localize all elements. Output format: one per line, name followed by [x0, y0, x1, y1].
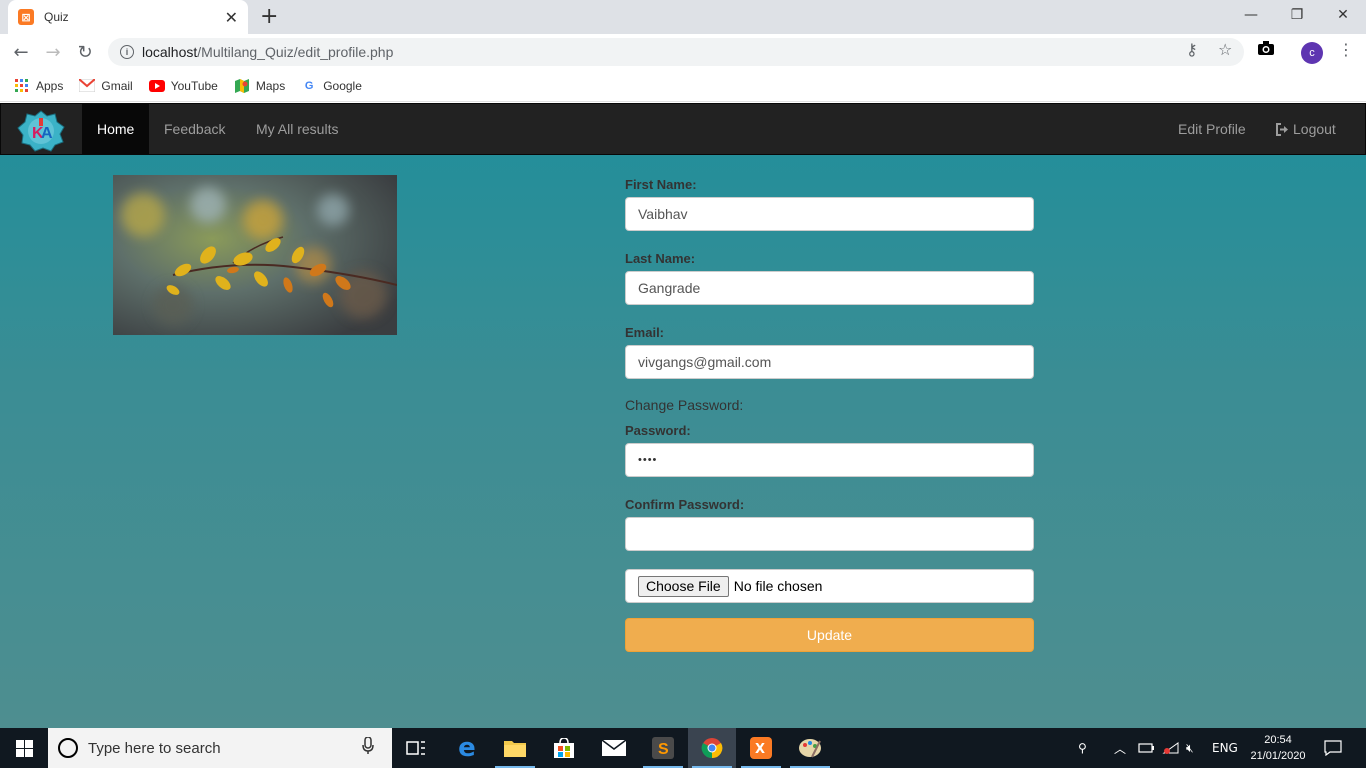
file-explorer-icon[interactable]	[491, 728, 539, 768]
volume-muted-icon[interactable]: 🔇︎	[1186, 728, 1194, 768]
bookmark-youtube[interactable]: YouTube	[148, 78, 218, 93]
password-label: Password:	[625, 423, 691, 438]
clock-time: 20:54	[1264, 734, 1292, 746]
notifications-icon[interactable]	[1324, 728, 1342, 768]
nav-feedback-link[interactable]: Feedback	[149, 104, 240, 154]
logout-label: Logout	[1293, 121, 1336, 137]
edge-browser-icon[interactable]: e	[443, 728, 491, 768]
key-icon[interactable]: ⚷	[1186, 40, 1198, 59]
apps-grid-icon	[14, 78, 30, 93]
new-tab-button[interactable]: +	[260, 4, 278, 30]
xampp-favicon-icon: ⊠	[18, 9, 34, 25]
bookmark-label: Apps	[36, 78, 64, 93]
menu-kebab-icon[interactable]: ⋮	[1338, 40, 1354, 59]
last-name-label: Last Name:	[625, 251, 696, 266]
url-path: /Multilang_Quiz/edit_profile.php	[197, 44, 394, 60]
site-logo-icon[interactable]: K A	[17, 110, 65, 152]
chrome-icon[interactable]	[688, 728, 736, 768]
minimize-button[interactable]: —	[1228, 0, 1274, 30]
close-window-button[interactable]: ✕	[1320, 0, 1366, 30]
microphone-icon[interactable]	[362, 736, 392, 759]
xampp-icon[interactable]: X	[737, 728, 785, 768]
back-button[interactable]: ←	[8, 40, 34, 64]
bookmark-label: Gmail	[101, 78, 133, 93]
update-button[interactable]: Update	[625, 618, 1034, 652]
nav-edit-profile-link[interactable]: Edit Profile	[1163, 104, 1261, 154]
svg-text:X: X	[755, 742, 765, 757]
nav-my-results-link[interactable]: My All results	[241, 104, 353, 154]
site-navbar: K A Home Feedback My All results Edit Pr…	[0, 103, 1366, 155]
bookmark-label: Maps	[255, 78, 286, 93]
mail-icon[interactable]	[590, 728, 638, 768]
edit-profile-form: First Name: Vaibhav Last Name: Gangrade …	[625, 175, 1034, 652]
network-disconnected-icon[interactable]	[1162, 728, 1180, 768]
battery-icon[interactable]	[1138, 728, 1156, 768]
forward-button[interactable]: →	[40, 40, 66, 64]
profile-avatar[interactable]: c	[1301, 42, 1323, 64]
bookmark-label: YouTube	[170, 78, 218, 93]
confirm-password-label: Confirm Password:	[625, 497, 745, 512]
browser-tab[interactable]: ⊠ Quiz ✕	[8, 0, 248, 34]
restore-button[interactable]: ❐	[1274, 0, 1320, 30]
windows-logo-icon	[15, 739, 33, 757]
file-upload-field: Choose File No file chosen	[625, 569, 1034, 603]
bookmark-maps[interactable]: Maps	[234, 78, 286, 93]
bookmarks-bar: Apps Gmail YouTube Maps G Google	[0, 70, 1366, 102]
gmail-icon	[79, 79, 96, 93]
camera-icon[interactable]	[1257, 40, 1275, 60]
google-icon: G	[304, 79, 314, 92]
show-hidden-icons-chevron-icon[interactable]: ︿	[1114, 728, 1126, 768]
bookmark-star-icon[interactable]: ☆	[1218, 40, 1232, 59]
nav-home-link[interactable]: Home	[82, 104, 150, 154]
svg-text:A: A	[41, 125, 53, 142]
system-clock[interactable]: 20:54 21/01/2020	[1248, 732, 1308, 764]
cortana-icon	[58, 738, 78, 758]
no-file-chosen-text: No file chosen	[733, 578, 823, 594]
maps-icon	[234, 78, 250, 93]
url-host: localhost	[142, 44, 198, 60]
svg-text:S: S	[658, 741, 669, 758]
youtube-icon	[148, 79, 165, 93]
page-content: K A Home Feedback My All results Edit Pr…	[0, 103, 1366, 728]
nav-logout-link[interactable]: Logout	[1260, 104, 1351, 154]
close-tab-icon[interactable]: ✕	[225, 8, 238, 27]
paint-icon[interactable]	[786, 728, 834, 768]
info-icon[interactable]: i	[120, 45, 134, 59]
confirm-password-field[interactable]	[625, 517, 1034, 551]
first-name-label: First Name:	[625, 177, 697, 192]
windows-taskbar: Type here to search e S X ⚲ ︿ 🔇︎ ENG 20:…	[0, 728, 1366, 768]
choose-file-button[interactable]: Choose File	[638, 575, 729, 597]
password-field[interactable]: ••••	[625, 443, 1034, 477]
logout-icon	[1275, 122, 1290, 136]
tab-title: Quiz	[44, 10, 69, 24]
bookmark-gmail[interactable]: Gmail	[79, 78, 133, 93]
store-icon[interactable]	[540, 728, 588, 768]
first-name-field[interactable]: Vaibhav	[625, 197, 1034, 231]
profile-photo	[113, 175, 397, 335]
bookmark-label: Google	[323, 78, 362, 93]
task-view-icon[interactable]	[392, 728, 440, 768]
reload-button[interactable]: ↻	[72, 40, 98, 64]
email-label: Email:	[625, 325, 665, 340]
bookmark-google[interactable]: G Google	[301, 79, 362, 93]
address-bar: ← → ↻ i localhost/Multilang_Quiz/edit_pr…	[0, 34, 1366, 70]
search-placeholder: Type here to search	[88, 739, 221, 757]
windows-start-button[interactable]	[0, 728, 48, 768]
sublime-text-icon[interactable]: S	[639, 728, 687, 768]
browser-tab-strip: ⊠ Quiz ✕ + — ❐ ✕	[0, 0, 1366, 34]
last-name-field[interactable]: Gangrade	[625, 271, 1034, 305]
clock-date: 21/01/2020	[1250, 750, 1306, 762]
change-password-text: Change Password:	[625, 397, 744, 413]
language-indicator[interactable]: ENG	[1212, 728, 1238, 768]
people-icon[interactable]: ⚲	[1078, 728, 1087, 768]
bookmark-apps[interactable]: Apps	[14, 78, 64, 93]
email-field[interactable]: vivgangs@gmail.com	[625, 345, 1034, 379]
taskbar-search-box[interactable]: Type here to search	[48, 728, 392, 768]
url-input[interactable]: i localhost/Multilang_Quiz/edit_profile.…	[108, 38, 1244, 66]
